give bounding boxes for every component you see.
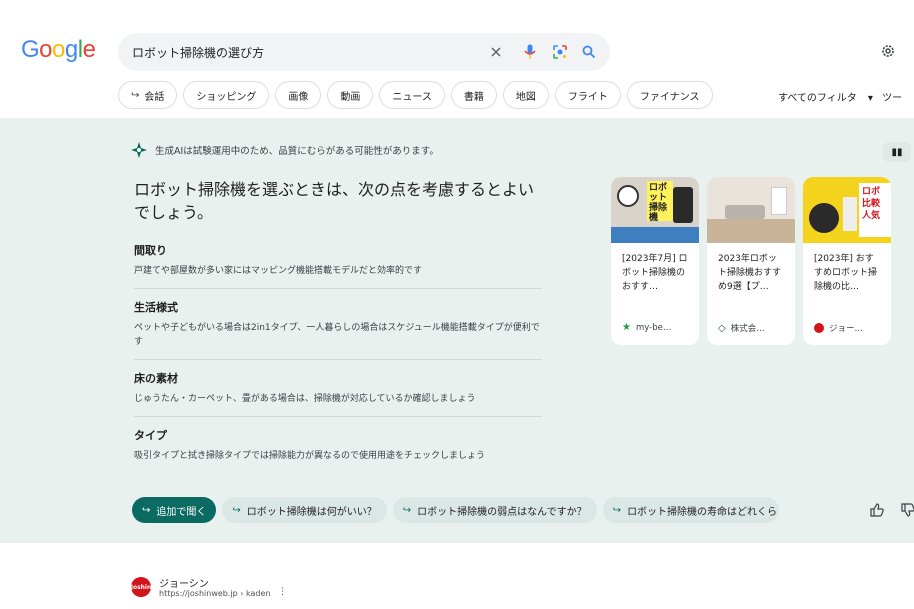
section-body: ペットや子どもがいる場合は2in1タイプ、一人暮らしの場合はスケジュール機能搭載… [134, 323, 540, 347]
tab-news[interactable]: ニュース [379, 81, 445, 109]
logo-letter: g [64, 36, 78, 63]
followup-chip[interactable]: ↪ ロボット掃除機の弱点はなんですか？ [392, 497, 597, 523]
card-thumbnail [707, 177, 795, 243]
followup-label: ロボット掃除機の寿命はどれくら [627, 506, 778, 518]
card-thumbnail: ロボ 比較 人気 [803, 177, 891, 243]
section-title: 生活様式 [134, 301, 178, 314]
card-source: ★ my-be… [622, 322, 671, 333]
card-source: ジョー… [814, 322, 863, 334]
ai-section: 床の素材 じゅうたん・カーペット、畳がある場合は、掃除機が対応しているか確認しま… [134, 370, 542, 417]
tab-conversation[interactable]: ↪ 会話 [118, 81, 178, 109]
filters-bar: すべてのフィルタ ▾ ツー [778, 89, 902, 104]
reply-arrow-icon: ↪ [142, 504, 151, 516]
card-image-text: ロボット掃除機 [647, 181, 673, 223]
section-title: タイプ [134, 429, 167, 442]
all-filters-button[interactable]: すべてのフィルタ [778, 93, 857, 104]
section-body: じゅうたん・カーペット、畳がある場合は、掃除機が対応しているか確認しましょう [134, 394, 476, 404]
tab-images[interactable]: 画像 [275, 81, 322, 109]
search-icon[interactable] [579, 42, 599, 62]
card-source-label: ジョー… [829, 324, 864, 334]
source-card[interactable]: 2023年ロボット掃除機おすすめ9選【プ… ◇ 株式会… [707, 177, 795, 345]
sparkle-icon [131, 142, 147, 158]
chevron-down-icon: ▾ [867, 93, 873, 104]
ai-notice-text: 生成AIは試験運用中のため、品質にむらがある可能性があります。 [155, 146, 439, 157]
ai-section: 間取り 戸建てや部屋数が多い家にはマッピング機能搭載モデルだと効率的です [134, 242, 542, 289]
logo-letter: o [39, 36, 53, 63]
reply-arrow-icon: ↪ [232, 504, 241, 516]
thumbs-up-icon[interactable] [869, 502, 885, 518]
card-title: 2023年ロボット掃除機おすすめ9選【プ… [718, 254, 782, 292]
result-site-name[interactable]: ジョーシン [159, 575, 209, 590]
source-cards: ロボット掃除機 [2023年7月] ロボット掃除機のおすす… ★ my-be… … [611, 177, 891, 345]
card-source-label: 株式会… [730, 324, 765, 334]
section-title: 間取り [134, 244, 167, 257]
followup-suggestions: ↪ 追加で聞く ↪ ロボット掃除機は何がいい？ ↪ ロボット掃除機の弱点はなんで… [132, 497, 779, 523]
ai-notice: 生成AIは試験運用中のため、品質にむらがある可能性があります。 [131, 142, 439, 158]
ai-section: タイプ 吸引タイプと拭き掃除タイプでは掃除能力が異なるので使用用途をチェックしま… [134, 427, 542, 473]
tab-shopping[interactable]: ショッピング [183, 81, 270, 109]
result-url[interactable]: https://joshinweb.jp › kaden [159, 589, 270, 598]
reply-arrow-icon: ↪ [131, 89, 140, 101]
search-box[interactable]: ロボット掃除機の選び方 [118, 33, 610, 71]
layout-toggle-icon[interactable]: ▮▮ [883, 142, 911, 162]
diamond-logo-icon: ◇ [718, 322, 726, 334]
tab-books[interactable]: 書籍 [450, 81, 497, 109]
reply-arrow-icon: ↪ [612, 504, 622, 516]
clear-icon[interactable] [486, 42, 506, 62]
google-logo[interactable]: Google [21, 36, 96, 64]
tab-maps[interactable]: 地図 [502, 81, 549, 109]
source-card[interactable]: ロボット掃除機 [2023年7月] ロボット掃除機のおすす… ★ my-be… [611, 177, 699, 345]
lens-icon[interactable] [550, 42, 570, 62]
ai-headline: ロボット掃除機を選ぶときは、次の点を考慮するとよいでしょう。 [134, 180, 535, 222]
settings-gear-icon[interactable] [878, 41, 898, 61]
ai-section: 生活様式 ペットや子どもがいる場合は2in1タイプ、一人暮らしの場合はスケジュー… [134, 299, 542, 360]
ai-overview-panel: 生成AIは試験運用中のため、品質にむらがある可能性があります。 ▮▮ ロボット掃… [0, 118, 914, 542]
tab-videos[interactable]: 動画 [327, 81, 374, 109]
tab-label: 会話 [144, 91, 165, 103]
logo-letter: o [52, 36, 65, 63]
followup-chip[interactable]: ↪ ロボット掃除機は何がいい？ [222, 497, 387, 523]
card-source-label: my-be… [635, 322, 672, 333]
tab-finance[interactable]: ファイナンス [626, 81, 713, 109]
card-title: [2023年] おすすめロボット掃除機の比… [814, 254, 878, 292]
card-source: ◇ 株式会… [718, 322, 765, 335]
thumbs-down-icon[interactable] [900, 502, 914, 518]
logo-letter: G [21, 36, 40, 63]
followup-label: 追加で聞く [156, 506, 207, 518]
site-favicon: Joshin [131, 577, 151, 597]
card-thumbnail: ロボット掃除機 [611, 177, 699, 243]
ask-followup-button[interactable]: ↪ 追加で聞く [132, 497, 217, 523]
joshin-logo-icon [814, 323, 824, 333]
search-header: Google ロボット掃除機の選び方 ↪ 会話 ショッピング 画像 動画 ニュー… [0, 0, 914, 118]
search-input[interactable]: ロボット掃除機の選び方 [132, 44, 264, 61]
section-body: 戸建てや部屋数が多い家にはマッピング機能搭載モデルだと効率的です [134, 266, 423, 276]
section-body: 吸引タイプと拭き掃除タイプでは掃除能力が異なるので使用用途をチェックしましょう [134, 451, 486, 461]
followup-chip[interactable]: ↪ ロボット掃除機の寿命はどれくら [602, 497, 779, 523]
tools-button[interactable]: ツー [882, 93, 902, 104]
search-result: Joshin ジョーシン https://joshinweb.jp › kade… [0, 542, 914, 609]
logo-letter: e [82, 36, 96, 63]
tab-flights[interactable]: フライト [554, 81, 621, 109]
microphone-icon[interactable] [520, 42, 540, 62]
section-title: 床の素材 [134, 372, 178, 385]
search-tabs: ↪ 会話 ショッピング 画像 動画 ニュース 書籍 地図 フライト ファイナンス [118, 81, 713, 109]
source-card[interactable]: ロボ 比較 人気 [2023年] おすすめロボット掃除機の比… ジョー… [803, 177, 891, 345]
star-icon: ★ [622, 322, 631, 333]
followup-label: ロボット掃除機は何がいい？ [246, 506, 377, 518]
followup-label: ロボット掃除機の弱点はなんですか？ [417, 506, 587, 518]
card-title: [2023年7月] ロボット掃除機のおすす… [622, 254, 688, 292]
more-options-icon[interactable]: ⋮ [278, 587, 287, 597]
ai-sections: 間取り 戸建てや部屋数が多い家にはマッピング機能搭載モデルだと効率的です 生活様… [134, 242, 542, 483]
card-image-text: ロボ 比較 人気 [859, 183, 891, 237]
reply-arrow-icon: ↪ [402, 504, 412, 516]
